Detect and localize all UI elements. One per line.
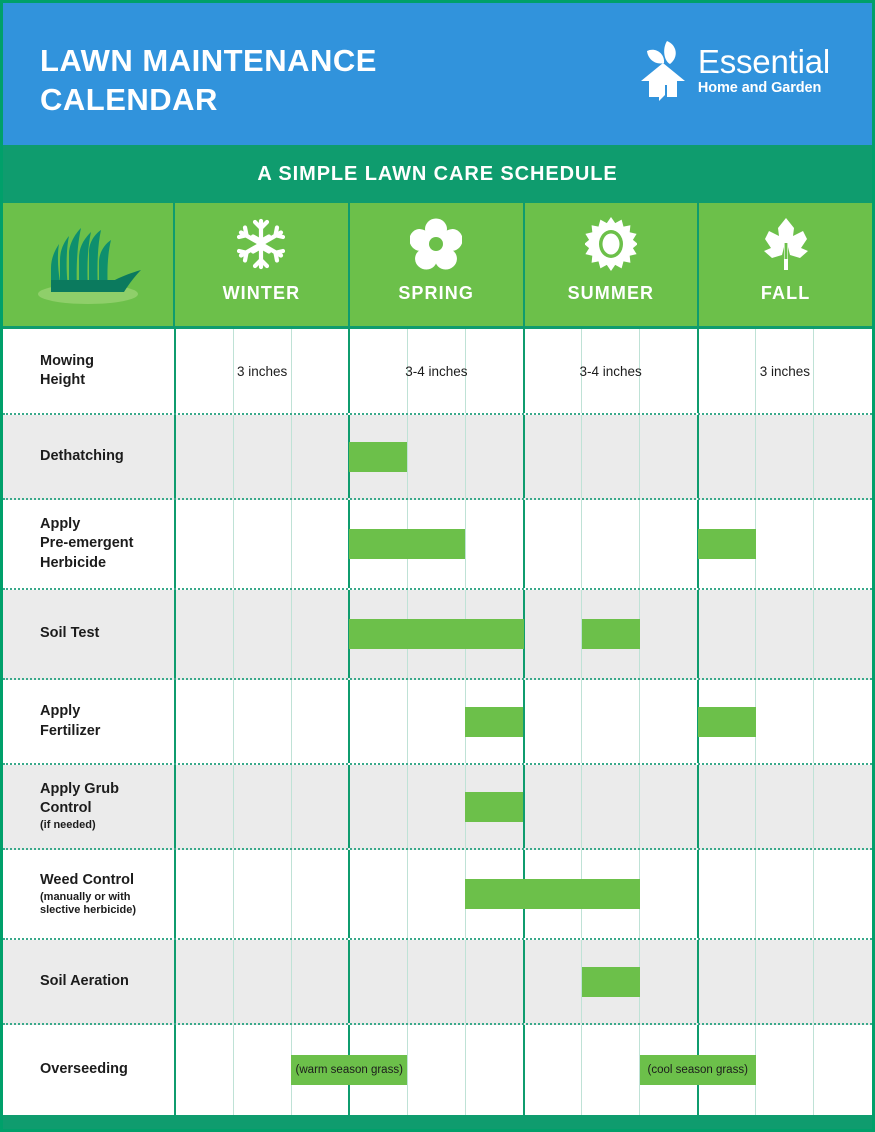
table-row: Apply Fertilizer	[3, 680, 872, 765]
logo-name: Essential	[697, 42, 830, 80]
schedule-bar	[349, 529, 466, 559]
row-grid: (warm season grass) (cool season grass)	[174, 1025, 872, 1115]
table-row: Overseeding (warm season grass) (cool seas…	[3, 1025, 872, 1115]
season-label-fall: FALL	[760, 283, 811, 303]
schedule-bar	[581, 966, 640, 997]
row-label: Soil Test	[3, 590, 175, 678]
sun-icon	[584, 217, 637, 271]
row-grid	[174, 415, 872, 498]
row-label-main: Mowing Height	[40, 352, 94, 388]
grass-logo-cell	[3, 203, 175, 326]
page-title: LAWN MAINTENANCE CALENDAR	[40, 43, 377, 118]
subtitle-bar: A SIMPLE LAWN CARE SCHEDULE	[3, 145, 872, 203]
season-column-winter: WINTER	[175, 203, 350, 326]
row-label-main: Dethatching	[40, 447, 124, 464]
row-label-main: Weed Control	[40, 871, 134, 888]
season-column-summer: SUMMER	[525, 203, 700, 326]
table-row: Soil Test	[3, 590, 872, 680]
row-grid: 3 inches 3-4 inches 3-4 inches 3 inches	[174, 329, 872, 413]
season-label-winter: WINTER	[222, 283, 301, 303]
mowing-height-value: 3 inches	[759, 363, 811, 379]
schedule-bars	[175, 765, 872, 848]
table-row: Apply Grub Control (if needed)	[3, 765, 872, 850]
schedule-bar-labelled: (warm season grass)	[291, 1055, 408, 1085]
mowing-height-value: 3-4 inches	[579, 363, 642, 379]
row-label-sub: (manually or with slective herbicide)	[40, 890, 136, 917]
table-row: Apply Pre-emergent Herbicide	[3, 500, 872, 590]
row-label: Mowing Height	[3, 329, 175, 413]
logo-tagline: Home and Garden	[697, 79, 822, 96]
mowing-height-value: 3 inches	[236, 363, 288, 379]
flower-icon	[410, 217, 463, 271]
season-label-spring: SPRING	[398, 283, 474, 303]
schedule-bars	[175, 590, 872, 678]
mowing-height-value: 3-4 inches	[405, 363, 468, 379]
season-header-row: WINTER SPRING SUMMER FALL	[3, 203, 872, 329]
row-label: Soil Aeration	[3, 940, 175, 1023]
row-label-sub: (if needed)	[40, 819, 96, 832]
row-grid	[174, 500, 872, 588]
row-label: Dethatching	[3, 415, 175, 498]
row-grid	[174, 765, 872, 848]
schedule-bars	[175, 415, 872, 498]
schedule-bars	[175, 850, 872, 938]
snowflake-icon	[237, 217, 286, 271]
schedule-bar	[697, 706, 756, 737]
schedule-bar	[465, 706, 524, 737]
house-with-leaves-icon	[637, 39, 691, 101]
leaf-icon	[762, 217, 810, 271]
row-label-main: Apply Grub Control	[40, 781, 119, 817]
schedule-bar	[465, 791, 524, 822]
row-label-main: Soil Test	[40, 625, 100, 642]
schedule-bars	[175, 680, 872, 763]
row-label: Overseeding	[3, 1025, 175, 1115]
row-grid	[174, 940, 872, 1023]
row-label-main: Apply Fertilizer	[40, 703, 101, 739]
value-cells: 3 inches 3-4 inches 3-4 inches 3 inches	[175, 329, 872, 413]
table-row: Dethatching	[3, 415, 872, 500]
schedule-bars: (warm season grass) (cool season grass)	[175, 1025, 872, 1115]
season-column-fall: FALL	[699, 203, 872, 326]
table-row: Weed Control (manually or with slective h…	[3, 850, 872, 940]
season-label-summer: SUMMER	[567, 283, 655, 303]
schedule-bar	[349, 441, 408, 472]
schedule-bar	[349, 619, 524, 649]
subtitle-text: A SIMPLE LAWN CARE SCHEDULE	[257, 162, 618, 185]
row-label: Apply Fertilizer	[3, 680, 175, 763]
row-label: Weed Control (manually or with slective h…	[3, 850, 175, 938]
row-grid	[174, 680, 872, 763]
row-label-main: Soil Aeration	[40, 972, 129, 989]
grass-icon	[29, 222, 147, 308]
row-grid	[174, 590, 872, 678]
page-footer: www.essentialhomeandgarden.com	[3, 1115, 872, 1129]
schedule-bar-labelled: (cool season grass)	[639, 1055, 756, 1085]
row-grid	[174, 850, 872, 938]
row-label: Apply Grub Control (if needed)	[3, 765, 175, 848]
brand-logo: Essential Home and Garden	[637, 39, 830, 101]
schedule-bar	[697, 529, 756, 559]
logo-text: Essential Home and Garden	[698, 45, 830, 96]
table-row: Soil Aeration	[3, 940, 872, 1025]
row-label-main: Overseeding	[40, 1061, 128, 1078]
row-label-main: Apply Pre-emergent Herbicide	[40, 516, 134, 571]
infographic-page: LAWN MAINTENANCE CALENDAR Essential Home…	[0, 0, 875, 1132]
season-column-spring: SPRING	[350, 203, 525, 326]
page-header: LAWN MAINTENANCE CALENDAR Essential Home…	[3, 3, 872, 145]
schedule-bar	[581, 619, 640, 649]
schedule-bar	[465, 879, 640, 909]
schedule-bars	[175, 500, 872, 588]
schedule-bars	[175, 940, 872, 1023]
table-row: Mowing Height 3 inches 3-4 inches 3-4 inche…	[3, 329, 872, 415]
row-label: Apply Pre-emergent Herbicide	[3, 500, 175, 588]
schedule-table: Mowing Height 3 inches 3-4 inches 3-4 inche…	[3, 329, 872, 1115]
